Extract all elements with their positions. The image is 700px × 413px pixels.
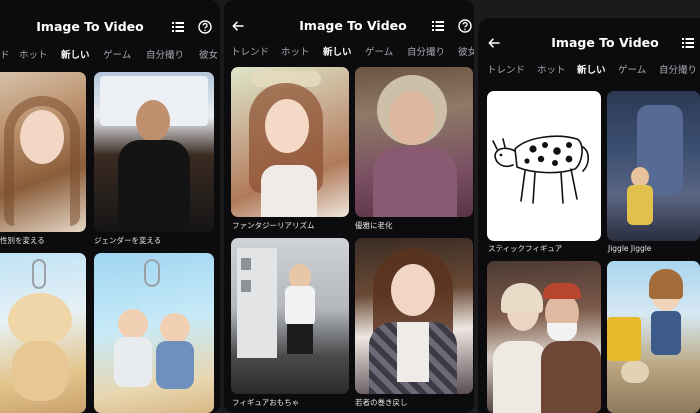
template-card-gender-swap-1[interactable] — [0, 72, 86, 232]
tab-trend[interactable]: トレンド — [487, 62, 525, 80]
template-card-figure-keychain[interactable] — [94, 253, 214, 413]
page-title: Image To Video — [36, 19, 144, 34]
tab-game[interactable]: ゲーム — [365, 44, 393, 62]
tab-new[interactable]: 新しい — [577, 62, 606, 80]
card-caption: ファンタジーリアリズム — [232, 221, 315, 230]
template-card-youth-rewind[interactable] — [355, 238, 473, 394]
card-caption: 優雅に老化 — [355, 221, 393, 230]
page-title: Image To Video — [551, 35, 659, 50]
card-caption: スティックフィギュア — [488, 244, 563, 253]
tab-girlfriend[interactable]: 彼女 — [458, 44, 474, 62]
tab-girlfriend[interactable]: 彼女 — [199, 47, 218, 65]
card-caption: 若者の巻き戻し — [355, 398, 408, 407]
portrait-image — [265, 99, 309, 153]
category-tabs: トレンド ホット 新しい ゲーム 自分撮り 彼女 — [224, 44, 474, 62]
template-card-figure-toy[interactable] — [231, 238, 349, 394]
tab-selfie[interactable]: 自分撮り — [659, 62, 697, 80]
header: Image To Video — [478, 29, 700, 57]
portrait-image — [389, 91, 435, 145]
portrait-image — [136, 100, 170, 142]
help-icon[interactable] — [198, 20, 212, 34]
plush-image — [8, 293, 72, 347]
tab-game[interactable]: ゲーム — [618, 62, 646, 80]
template-card-fantasy-realism[interactable] — [231, 67, 349, 217]
card-caption: フィギュアおもちゃ — [232, 398, 300, 407]
list-icon[interactable] — [171, 20, 185, 34]
card-caption: Jiggle Jiggle — [608, 244, 652, 253]
tab-new[interactable]: 新しい — [61, 47, 90, 65]
template-card-graceful-aging[interactable] — [355, 67, 473, 217]
tab-selfie[interactable]: 自分撮り — [407, 44, 445, 62]
card-caption: ジェンダーを変える — [94, 236, 162, 245]
stick-figure-cow-image — [492, 135, 590, 204]
template-card-elderly-couple[interactable] — [487, 261, 601, 413]
tab-selfie[interactable]: 自分撮り — [146, 47, 184, 65]
template-card-girl-and-dog[interactable] — [607, 261, 700, 413]
list-icon[interactable] — [431, 19, 445, 33]
tab-trend[interactable]: ド — [0, 47, 10, 65]
tab-new[interactable]: 新しい — [323, 44, 352, 62]
tab-hot[interactable]: ホット — [19, 47, 48, 65]
app-screen-3: Image To Video トレンド ホット 新しい ゲーム 自分撮り スティ… — [478, 18, 700, 413]
template-card-plush-keychain[interactable] — [0, 253, 86, 413]
help-icon[interactable] — [458, 19, 472, 33]
card-caption: 性別を変える — [0, 236, 45, 245]
template-card-stick-figure[interactable] — [487, 91, 601, 241]
tab-game[interactable]: ゲーム — [103, 47, 131, 65]
tab-hot[interactable]: ホット — [537, 62, 566, 80]
list-icon[interactable] — [681, 36, 695, 50]
header: Image To Video — [224, 12, 474, 40]
category-tabs: ド ホット 新しい ゲーム 自分撮り 彼女 — [0, 47, 220, 65]
portrait-image — [391, 264, 435, 316]
app-screen-1: Image To Video ド ホット 新しい ゲーム 自分撮り 彼女 性別を… — [0, 0, 220, 413]
template-card-gender-swap-2[interactable] — [94, 72, 214, 232]
category-tabs: トレンド ホット 新しい ゲーム 自分撮り — [478, 62, 700, 80]
app-screen-2: Image To Video トレンド ホット 新しい ゲーム 自分撮り 彼女 … — [224, 0, 474, 413]
tab-trend[interactable]: トレンド — [231, 44, 269, 62]
header: Image To Video — [0, 13, 220, 41]
template-card-jiggle-jiggle[interactable] — [607, 91, 700, 241]
tab-hot[interactable]: ホット — [281, 44, 310, 62]
